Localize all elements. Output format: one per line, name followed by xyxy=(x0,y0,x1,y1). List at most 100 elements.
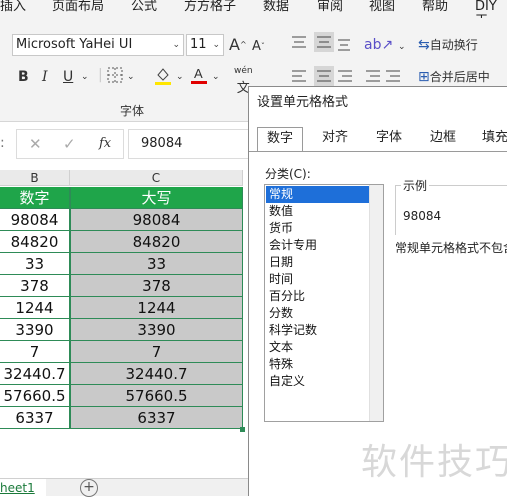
table-cell-uppercase[interactable]: 32440.7 xyxy=(70,363,243,385)
table-cell-number[interactable]: 33 xyxy=(0,253,70,275)
font-size-select[interactable]: 11 ⌄ xyxy=(186,34,224,56)
fill-bucket-icon xyxy=(155,68,171,85)
menu-view[interactable]: 视图 xyxy=(369,0,395,14)
merge-center-button[interactable]: ⊞合并后居中 xyxy=(418,68,490,86)
enter-icon[interactable]: ✓ xyxy=(63,135,76,153)
wrap-text-label: 自动换行 xyxy=(429,38,478,52)
tab-font[interactable]: 字体 xyxy=(367,127,411,151)
chevron-down-icon[interactable]: ⌄ xyxy=(176,68,184,86)
table-cell-number[interactable]: 6337 xyxy=(0,407,70,429)
chevron-down-icon[interactable]: ⌄ xyxy=(127,68,135,86)
wrap-text-icon: ⇆ xyxy=(418,37,430,53)
table-cell-uppercase[interactable]: 98084 xyxy=(70,209,243,231)
table-cell-uppercase[interactable]: 57660.5 xyxy=(70,385,243,407)
font-color-icon: A xyxy=(191,66,207,84)
category-scrollbar[interactable] xyxy=(369,185,383,421)
category-item[interactable]: 时间 xyxy=(266,271,369,288)
category-item[interactable]: 分数 xyxy=(266,305,369,322)
table-cell-uppercase[interactable]: 33 xyxy=(70,253,243,275)
column-header-b[interactable]: B xyxy=(0,170,70,186)
shrink-font-button[interactable]: Aˇ xyxy=(252,38,265,56)
table-cell-uppercase[interactable]: 378 xyxy=(70,275,243,297)
menu-formulas[interactable]: 公式 xyxy=(131,0,157,14)
header-cell-number[interactable]: 数字 xyxy=(0,187,70,209)
cancel-icon[interactable]: ✕ xyxy=(29,135,42,153)
chevron-down-icon: ⌄ xyxy=(212,40,220,50)
table-cell-uppercase[interactable]: 3390 xyxy=(70,319,243,341)
sample-label: 示例 xyxy=(401,177,430,194)
category-item[interactable]: 文本 xyxy=(266,339,369,356)
phonetic-label: wén xyxy=(234,66,253,76)
fill-handle[interactable] xyxy=(240,427,245,432)
category-item[interactable]: 科学记数 xyxy=(266,322,369,339)
formula-bar: : ✕ ✓ fx 98084 xyxy=(0,122,250,166)
table-cell-number[interactable]: 3390 xyxy=(0,319,70,341)
header-cell-uppercase[interactable]: 大写 xyxy=(70,187,243,209)
table-cell-number[interactable]: 57660.5 xyxy=(0,385,70,407)
chevron-down-icon[interactable]: ⌄ xyxy=(212,68,220,86)
menu-review[interactable]: 审阅 xyxy=(317,0,343,14)
table-cell-number[interactable]: 98084 xyxy=(0,209,70,231)
column-header-c[interactable]: C xyxy=(70,170,243,186)
table-cell-number[interactable]: 378 xyxy=(0,275,70,297)
category-item[interactable]: 日期 xyxy=(266,254,369,271)
category-list[interactable]: 常规 数值 货币 会计专用 日期 时间 百分比 分数 科学记数 文本 特殊 自定义 xyxy=(264,184,384,422)
chevron-down-icon[interactable]: ⌄ xyxy=(398,38,406,56)
category-label: 分类(C): xyxy=(265,167,311,181)
table-cell-number[interactable]: 84820 xyxy=(0,231,70,253)
font-name-select[interactable]: Microsoft YaHei UI ⌄ xyxy=(12,34,184,56)
formula-input[interactable]: 98084 xyxy=(128,129,250,159)
menu-page-layout[interactable]: 页面布局 xyxy=(52,0,104,14)
menu-help[interactable]: 帮助 xyxy=(422,0,448,14)
font-color-button[interactable]: A xyxy=(190,65,208,90)
chevron-down-icon[interactable]: ⌄ xyxy=(81,68,89,86)
table-cell-uppercase[interactable]: 1244 xyxy=(70,297,243,319)
menu-fangfang[interactable]: 方方格子 xyxy=(184,0,236,14)
category-item[interactable]: 特殊 xyxy=(266,356,369,373)
menu-bar: 插入 页面布局 公式 方方格子 数据 审阅 视图 帮助 DIY工 xyxy=(0,0,507,28)
insert-function-icon[interactable]: fx xyxy=(99,136,111,151)
category-item[interactable]: 自定义 xyxy=(266,373,369,390)
orientation-icon[interactable]: ab↗ xyxy=(364,36,393,54)
border-button[interactable] xyxy=(107,67,123,88)
tab-fill[interactable]: 填充 xyxy=(475,127,507,151)
category-item[interactable]: 常规 xyxy=(266,186,369,203)
format-description: 常规单元格格式不包含 xyxy=(395,241,507,255)
italic-button[interactable]: I xyxy=(42,68,48,86)
category-item[interactable]: 会计专用 xyxy=(266,237,369,254)
font-size-value: 11 xyxy=(190,37,207,52)
borders-icon xyxy=(107,67,123,83)
table-cell-uppercase[interactable]: 84820 xyxy=(70,231,243,253)
add-sheet-button[interactable]: + xyxy=(80,479,98,497)
table-cell-number[interactable]: 1244 xyxy=(0,297,70,319)
category-item[interactable]: 货币 xyxy=(266,220,369,237)
table-cell-uppercase[interactable]: 6337 xyxy=(70,407,243,429)
fill-color-button[interactable] xyxy=(154,66,172,91)
sheet-tab[interactable]: heet1 xyxy=(0,479,46,497)
category-item[interactable]: 数值 xyxy=(266,203,369,220)
grow-font-button[interactable]: A^ xyxy=(229,36,247,54)
table-cell-number[interactable]: 32440.7 xyxy=(0,363,70,385)
bold-button[interactable]: B xyxy=(18,68,29,86)
name-box-edge: : xyxy=(0,135,5,151)
underline-button[interactable]: U xyxy=(63,68,73,86)
category-item[interactable]: 百分比 xyxy=(266,288,369,305)
table-cell-number[interactable]: 7 xyxy=(0,341,70,363)
font-name-value: Microsoft YaHei UI xyxy=(16,37,133,52)
wrap-text-button[interactable]: ⇆自动换行 xyxy=(418,36,478,54)
tab-border[interactable]: 边框 xyxy=(421,127,465,151)
horizontal-align-icons[interactable] xyxy=(290,66,400,88)
vertical-align-icons[interactable] xyxy=(290,32,350,54)
menu-data[interactable]: 数据 xyxy=(263,0,289,14)
tab-alignment[interactable]: 对齐 xyxy=(313,127,357,151)
chevron-down-icon: ⌄ xyxy=(172,40,180,50)
formula-value: 98084 xyxy=(141,136,183,151)
tab-number[interactable]: 数字 xyxy=(257,127,303,151)
shrink-font-label: A xyxy=(252,39,261,54)
font-group-label: 字体 xyxy=(120,104,145,118)
watermark: 软件技巧 xyxy=(361,442,507,483)
menu-insert[interactable]: 插入 xyxy=(0,0,26,14)
divider: | xyxy=(98,67,103,83)
table-cell-uppercase[interactable]: 7 xyxy=(70,341,243,363)
format-cells-dialog: 设置单元格格式 数字 对齐 字体 边框 填充 分类(C): 常规 数值 货币 会计专用… xyxy=(248,86,507,496)
